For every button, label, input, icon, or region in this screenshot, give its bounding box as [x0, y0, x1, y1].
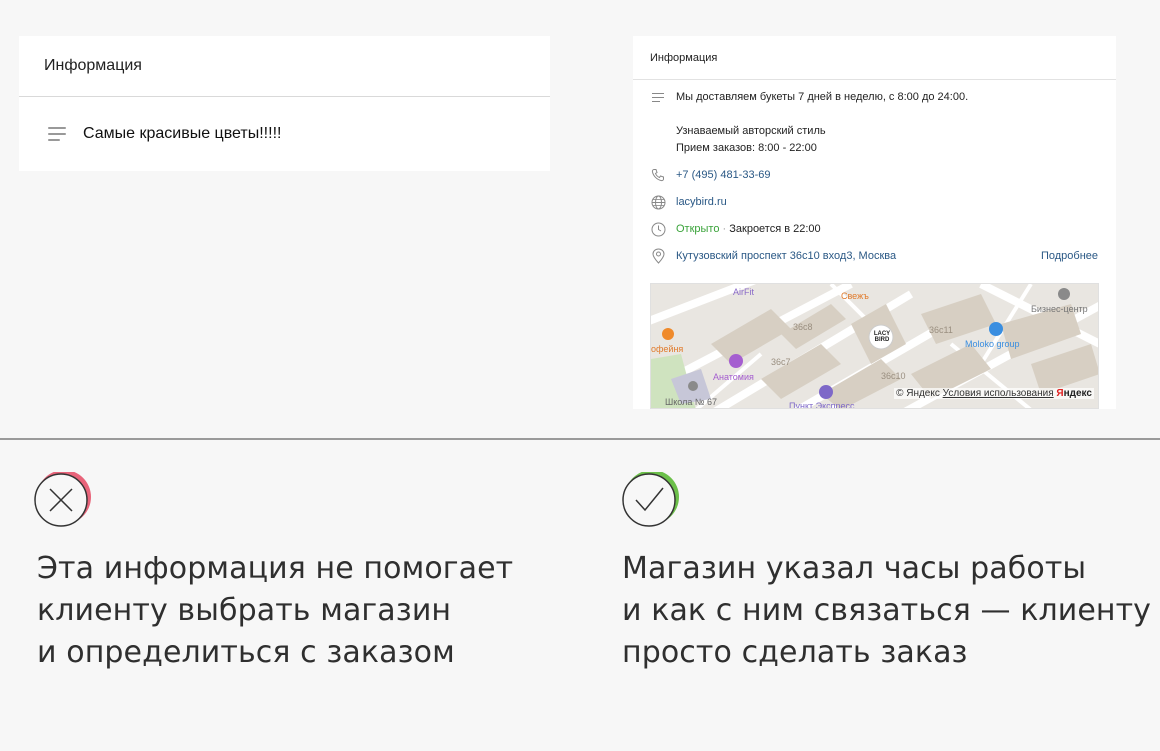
caption-line: Эта информация не помогает	[37, 551, 514, 586]
description-row: Самые красивые цветы!!!!!	[19, 97, 550, 171]
open-status: Открыто	[676, 223, 720, 235]
caption-line: клиенту выбрать магазин	[37, 593, 452, 628]
check-icon	[621, 470, 679, 528]
caption-line: и определиться с заказом	[37, 635, 455, 670]
more-details-link[interactable]: Подробнее	[1041, 250, 1098, 262]
map-label-svezh: Свежъ	[841, 291, 869, 301]
map-label-coffee: офейня	[651, 344, 684, 354]
caption-line: просто сделать заказ	[622, 635, 968, 670]
bad-example-caption: Эта информация не помогает клиенту выбра…	[37, 548, 513, 674]
lacybird-map-marker[interactable]: LACY BIRD	[873, 331, 891, 343]
map-label-point: Пункт Экспресс	[789, 401, 855, 409]
phone-icon	[650, 167, 666, 183]
caption-line: и как с ним связаться — клиенту	[622, 593, 1152, 628]
phone-link[interactable]: +7 (495) 481-33-69	[676, 169, 770, 181]
section-divider	[0, 438, 1160, 440]
website-link[interactable]: lacybird.ru	[676, 196, 727, 208]
description-text: Самые красивые цветы!!!!!	[83, 125, 282, 142]
good-info-card: Информация Мы доставляем букеты 7 дней в…	[633, 36, 1116, 409]
caption-line: Магазин указал часы работы	[622, 551, 1087, 586]
map-label-36c8: 36с8	[793, 322, 813, 332]
good-example-caption: Магазин указал часы работы и как с ним с…	[622, 548, 1151, 674]
description-line-2: Узнаваемый авторский стиль	[676, 125, 826, 137]
separator: ·	[719, 223, 730, 235]
location-pin-icon	[650, 248, 666, 264]
card-title: Информация	[19, 36, 550, 97]
map-terms-link[interactable]: Условия использования	[943, 388, 1054, 399]
clock-icon	[650, 221, 666, 237]
text-lines-icon	[48, 127, 66, 141]
text-lines-icon	[650, 89, 666, 105]
bad-info-card: Информация Самые красивые цветы!!!!!	[19, 36, 550, 171]
map-label-anatomy: Анатомия	[713, 372, 754, 382]
map-label-business-center: Бизнес-центр	[1031, 304, 1088, 314]
map-label-36c11: 36с11	[929, 325, 953, 335]
map[interactable]: AirFit Свежъ Бизнес-центр 36с8 36с11 Mol…	[650, 283, 1099, 409]
description-line-1: Мы доставляем букеты 7 дней в неделю, с …	[676, 91, 969, 103]
address-link[interactable]: Кутузовский проспект 36с10 вход3, Москва	[676, 250, 896, 262]
globe-icon	[650, 194, 666, 210]
map-label-school: Школа № 67	[665, 397, 718, 407]
map-label-36c7: 36с7	[771, 357, 791, 367]
cross-icon	[33, 470, 91, 528]
description-line-3: Прием заказов: 8:00 - 22:00	[676, 142, 817, 154]
hours-text: Открыто · Закроется в 22:00	[676, 223, 821, 235]
yandex-logo: Яндекс	[1056, 388, 1092, 399]
closing-time: Закроется в 22:00	[729, 223, 821, 235]
map-label-airfit: AirFit	[733, 287, 754, 297]
map-credit: © Яндекс Условия использования Яндекс	[894, 388, 1094, 399]
card-title: Информация	[633, 36, 1116, 80]
map-label-36c10: 36с10	[881, 371, 906, 381]
map-label-moloko: Moloko group	[965, 339, 1020, 349]
map-copyright: © Яндекс	[896, 388, 940, 399]
